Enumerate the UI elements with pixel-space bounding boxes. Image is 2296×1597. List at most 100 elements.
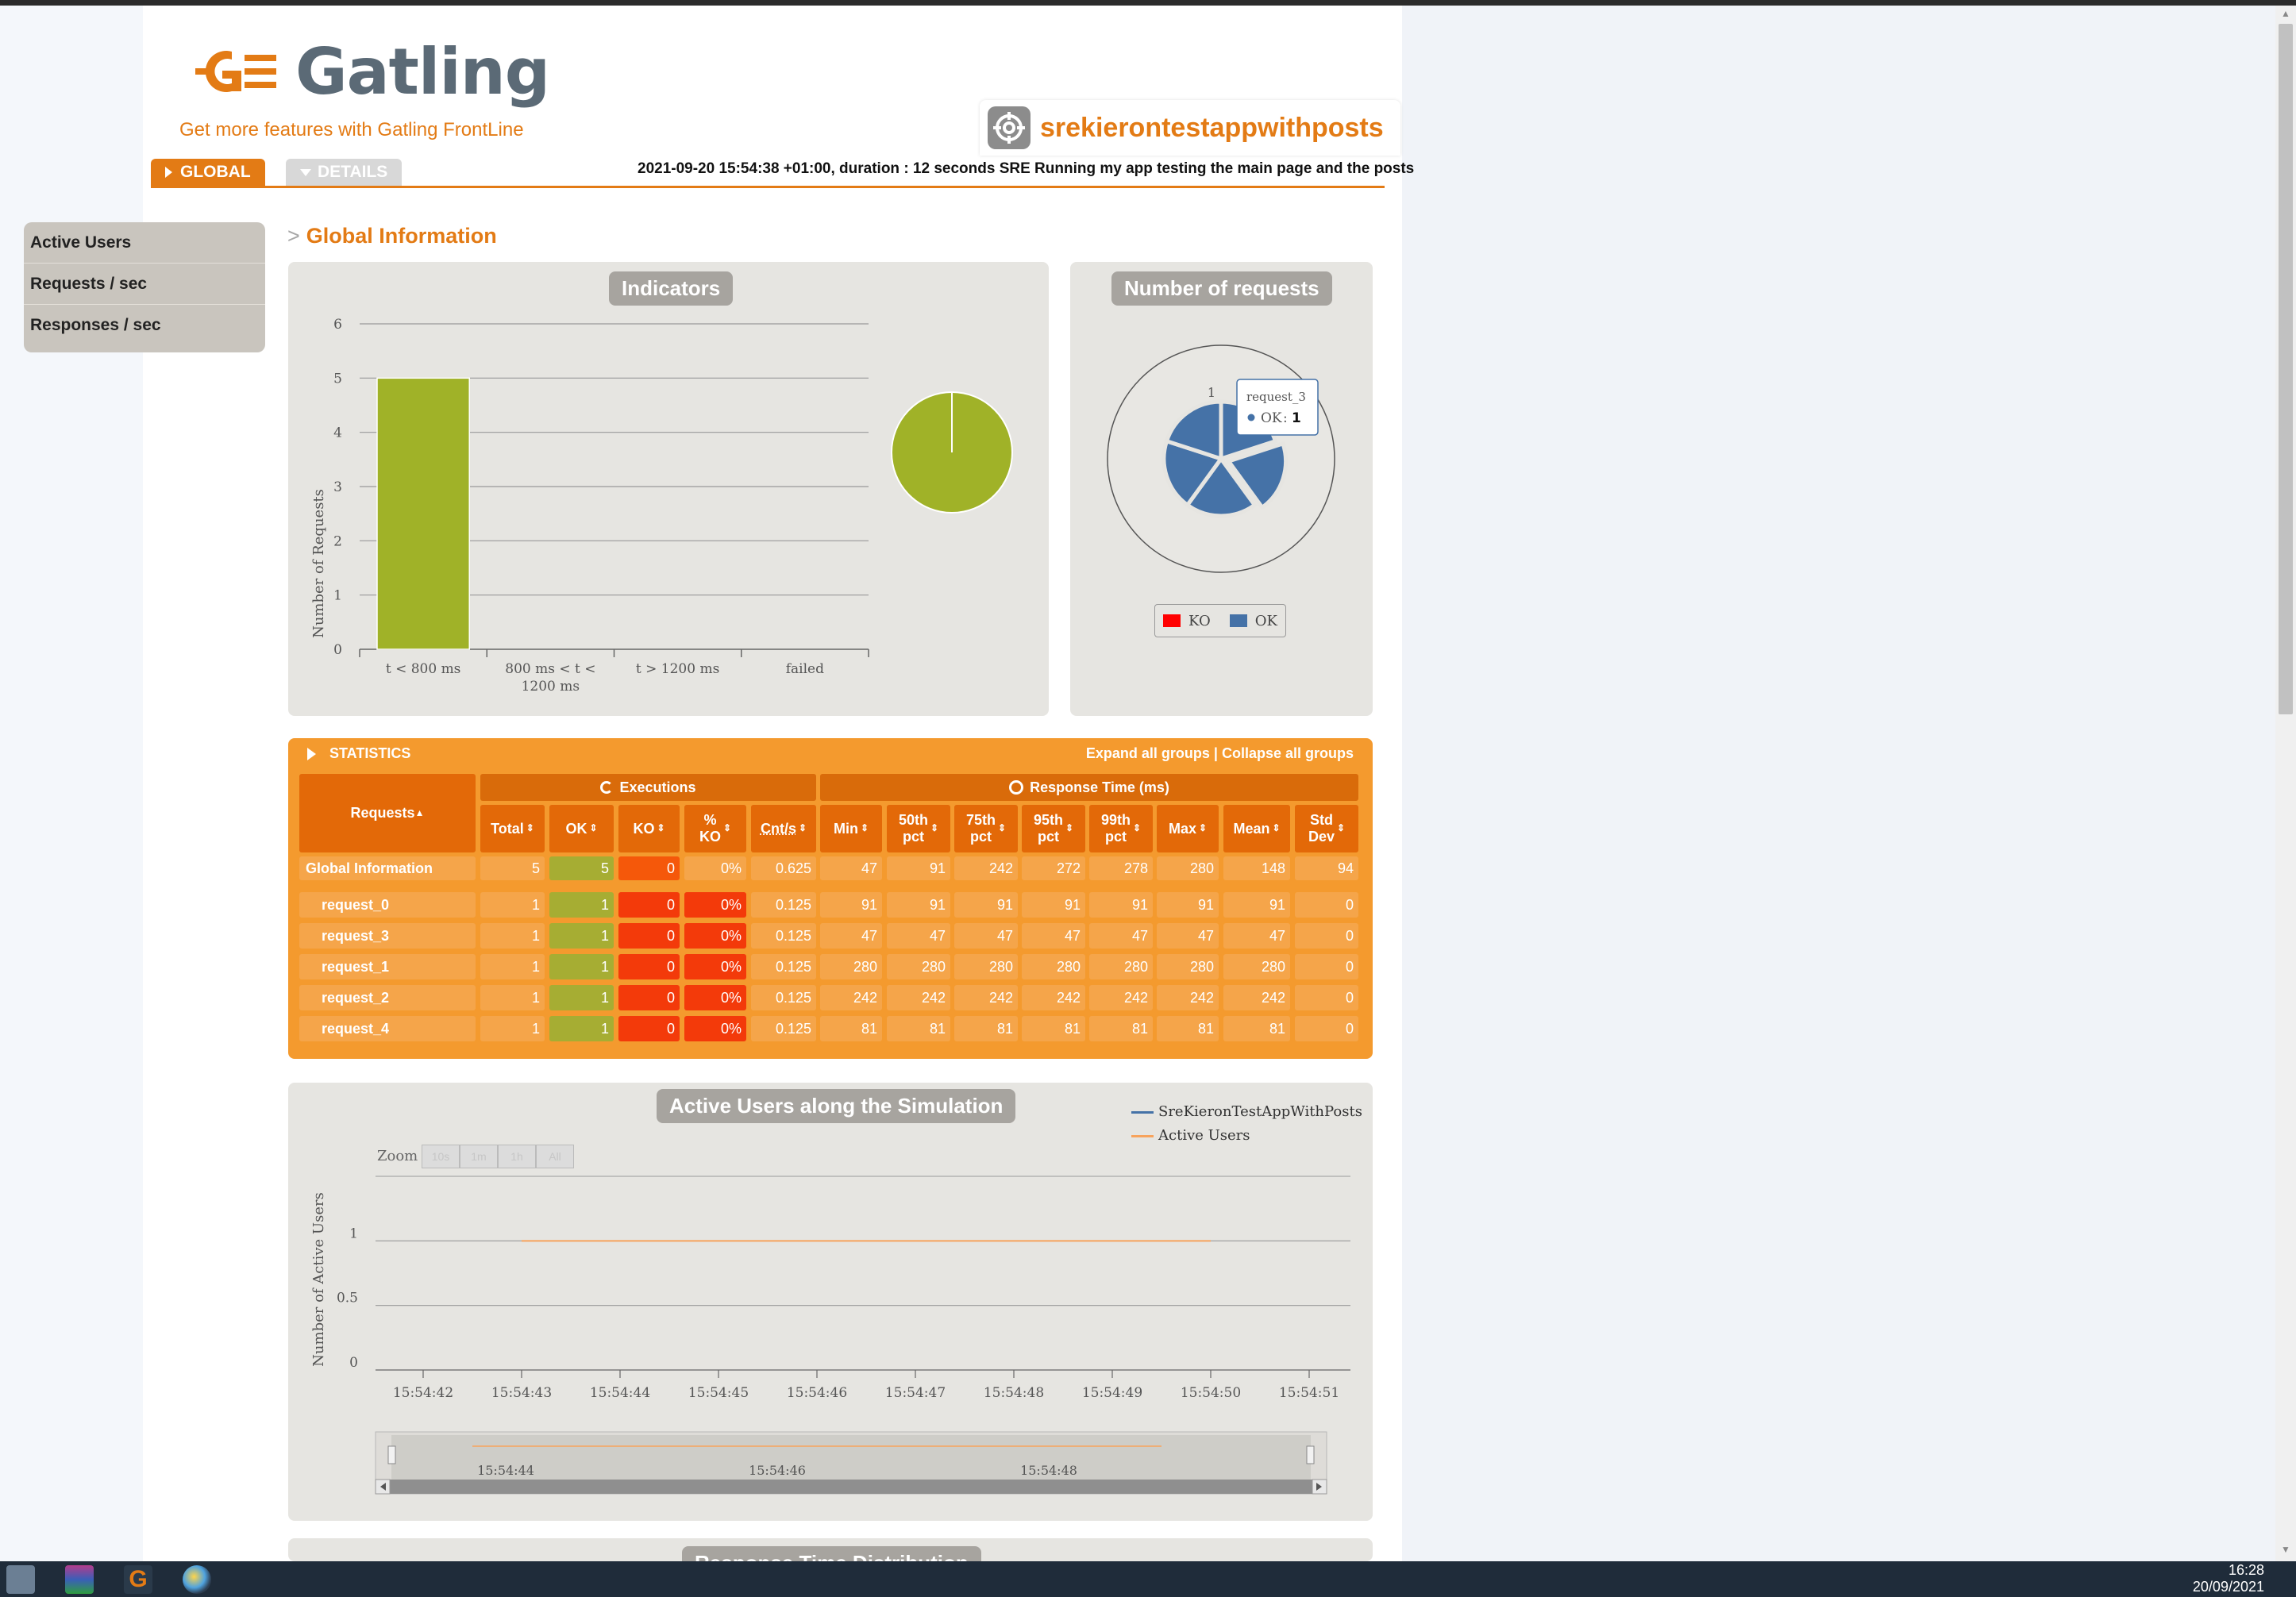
- taskbar-clock[interactable]: 16:28 20/09/2021: [2193, 1562, 2264, 1595]
- gatling-logo[interactable]: Gatling: [195, 35, 550, 109]
- request-row-0-name[interactable]: request_0: [299, 892, 476, 918]
- p99-header[interactable]: 99th pct ⇕: [1089, 805, 1153, 852]
- global-row-p95: 272: [1022, 856, 1085, 880]
- scroll-up-icon[interactable]: ▲: [2279, 8, 2293, 21]
- bar-0[interactable]: [376, 377, 470, 650]
- statistics-table: STATISTICS Expand all groups | Collapse …: [288, 738, 1373, 1059]
- indicators-chart: 0 1 2 3 4 5 6 t < 800 ms 800 ms < t < 1200 ms t >…: [310, 317, 1013, 695]
- clock-date: 20/09/2021: [2192, 1579, 2264, 1595]
- active-users-ylabel: Number of Active Users: [310, 1192, 327, 1367]
- statistics-toggle-icon[interactable]: [307, 748, 316, 760]
- request-row-3-min: 242: [820, 985, 882, 1010]
- max-header[interactable]: Max ⇕: [1157, 805, 1219, 852]
- file-explorer-icon[interactable]: [6, 1565, 35, 1594]
- x-tick-label: failed: [786, 661, 824, 677]
- request-row-1-p75: 47: [954, 923, 1018, 949]
- response-time-distribution-title: Response Time Distribution: [682, 1546, 981, 1561]
- request-row-4-mean: 81: [1223, 1016, 1290, 1041]
- request-row-2-p75: 280: [954, 954, 1018, 979]
- request-row-4-cnts: 0.125: [751, 1016, 816, 1041]
- response-time-group-header: Response Time (ms): [820, 774, 1358, 801]
- request-row-0-ko: 0: [618, 892, 680, 918]
- statistics-title[interactable]: STATISTICS: [329, 745, 410, 762]
- taskbar: [0, 1561, 2296, 1597]
- clock-icon: [1009, 780, 1024, 795]
- request-row-1-name[interactable]: request_3: [299, 923, 476, 949]
- global-row-cnts: 0.625: [751, 856, 816, 880]
- navigator-handle-left[interactable]: [387, 1445, 396, 1464]
- ok-header[interactable]: OK ⇕: [549, 805, 614, 852]
- tab-global[interactable]: GLOBAL: [151, 159, 265, 186]
- cnt-per-sec-header[interactable]: Cnt/s ⇕: [751, 805, 816, 852]
- sidebar-item-responses-per-sec[interactable]: Responses / sec: [24, 305, 265, 345]
- target-icon: [988, 106, 1031, 149]
- frontline-link[interactable]: Get more features with Gatling FrontLine: [179, 119, 524, 141]
- request-row-4-name[interactable]: request_4: [299, 1016, 476, 1041]
- global-row-name[interactable]: Global Information: [299, 856, 476, 880]
- requests-header[interactable]: Requests ▲: [299, 774, 476, 852]
- indicators-ylabel: Number of Requests: [310, 489, 327, 638]
- tab-details[interactable]: DETAILS: [286, 159, 403, 186]
- section-title: > Global Information: [287, 224, 497, 248]
- mean-header[interactable]: Mean ⇕: [1223, 805, 1290, 852]
- request-row-2-total: 1: [480, 954, 545, 979]
- navigator-scrollbar[interactable]: [376, 1480, 1327, 1494]
- request-row-3-cnts: 0.125: [751, 985, 816, 1010]
- y-tick-label: 0: [333, 642, 342, 658]
- request-row-2-ko: 0: [618, 954, 680, 979]
- navigator-handle-right[interactable]: [1306, 1445, 1315, 1464]
- x-tick-label: 800 ms < t <: [505, 661, 595, 677]
- request-row-4-p50: 81: [887, 1016, 950, 1041]
- run-info: 2021-09-20 15:54:38 +01:00, duration : 1…: [638, 160, 1415, 177]
- request-row-1-p50: 47: [887, 923, 950, 949]
- expand-collapse-links[interactable]: Expand all groups | Collapse all groups: [1086, 745, 1354, 762]
- y-tick-label: 1: [333, 588, 342, 604]
- request-row-1-pko: 0%: [684, 923, 746, 949]
- section-title-text: Global Information: [306, 224, 497, 248]
- scroll-down-icon[interactable]: ▼: [2279, 1544, 2293, 1557]
- tooltip-colon: :: [1283, 410, 1288, 426]
- gatling-app-icon[interactable]: G: [124, 1565, 152, 1594]
- archive-app-icon[interactable]: [65, 1565, 94, 1594]
- x-tick-label: 15:54:48: [984, 1385, 1044, 1401]
- total-header[interactable]: Total ⇕: [480, 805, 545, 852]
- pie-data-label: 1: [1208, 385, 1215, 400]
- pct-ko-header[interactable]: % KO ⇕: [684, 805, 746, 852]
- request-row-3-p99: 242: [1089, 985, 1153, 1010]
- p50-header[interactable]: 50th pct ⇕: [887, 805, 950, 852]
- y-tick-label: 1: [349, 1226, 358, 1241]
- p95-header[interactable]: 95th pct ⇕: [1022, 805, 1085, 852]
- sidebar-item-active-users[interactable]: Active Users: [24, 222, 265, 264]
- scrollbar-thumb[interactable]: [2279, 24, 2293, 714]
- request-row-2-name[interactable]: request_1: [299, 954, 476, 979]
- y-tick-label: 0: [349, 1355, 358, 1371]
- std-dev-header[interactable]: Std Dev ⇕: [1295, 805, 1358, 852]
- x-tick-label: 15:54:45: [688, 1385, 749, 1401]
- request-row-2-cnts: 0.125: [751, 954, 816, 979]
- legend-ko-label[interactable]: KO: [1188, 613, 1211, 629]
- global-row-p50: 91: [887, 856, 950, 880]
- min-header[interactable]: Min ⇕: [820, 805, 882, 852]
- navigator[interactable]: 15:54:44 15:54:46 15:54:48: [375, 1431, 1327, 1495]
- request-row-3-max: 242: [1157, 985, 1219, 1010]
- sidebar-item-requests-per-sec[interactable]: Requests / sec: [24, 264, 265, 305]
- caret-down-icon: [300, 168, 311, 176]
- request-row-0-p75: 91: [954, 892, 1018, 918]
- request-row-4-p95: 81: [1022, 1016, 1085, 1041]
- legend-ok-swatch[interactable]: [1229, 614, 1247, 627]
- x-tick-label: 15:54:51: [1279, 1385, 1339, 1401]
- ko-header[interactable]: KO ⇕: [618, 805, 680, 852]
- request-row-1-ko: 0: [618, 923, 680, 949]
- p75-header[interactable]: 75th pct ⇕: [954, 805, 1018, 852]
- request-row-3-name[interactable]: request_2: [299, 985, 476, 1010]
- request-row-0-p99: 91: [1089, 892, 1153, 918]
- clock-time: 16:28: [2228, 1562, 2264, 1578]
- paint-app-icon[interactable]: [183, 1565, 211, 1594]
- legend-ko-swatch[interactable]: [1163, 614, 1181, 627]
- request-row-3-p75: 242: [954, 985, 1018, 1010]
- active-users-chart: 0 0.5 1 15:54:42 15:54:43 15:54:44 15:54:45 15…: [310, 1176, 1350, 1495]
- navigator-label: 15:54:46: [749, 1463, 806, 1478]
- legend-ok-label[interactable]: OK: [1255, 613, 1277, 629]
- sidebar-menu: Active Users Requests / sec Responses / …: [24, 222, 265, 352]
- navigator-label: 15:54:44: [477, 1463, 534, 1478]
